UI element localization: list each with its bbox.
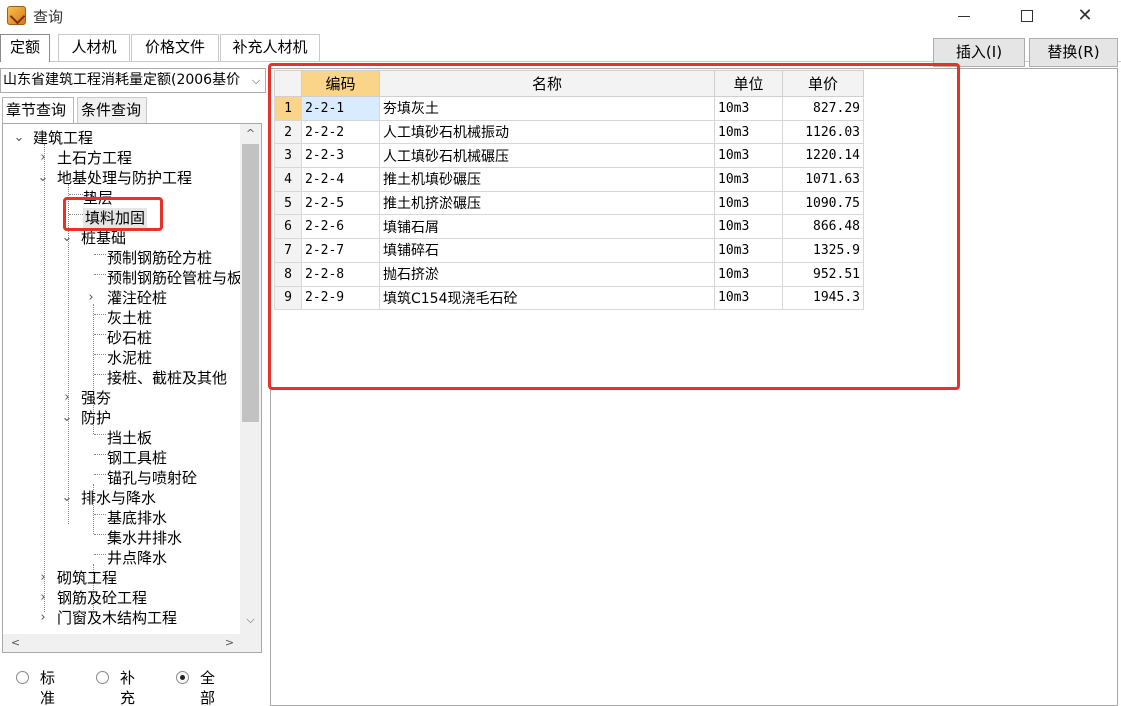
close-icon: ✕ xyxy=(1077,5,1093,26)
tab-chapter-query[interactable]: 章节查询 xyxy=(2,97,74,123)
tree-vertical-scrollbar[interactable]: ^ ⌵ xyxy=(240,124,261,634)
tree-item-cement-pile[interactable]: 水泥桩 xyxy=(107,348,152,368)
tab-supplement-lmm[interactable]: 补充人材机 xyxy=(220,34,320,61)
chevron-right-icon[interactable]: › xyxy=(37,148,49,168)
tree-item-well-point-dewatering[interactable]: 井点降水 xyxy=(107,548,167,568)
scroll-left-icon[interactable]: < xyxy=(5,633,26,652)
scroll-up-icon[interactable]: ^ xyxy=(240,124,261,144)
replace-button[interactable]: 替换(R) xyxy=(1029,38,1118,67)
tree-item-base-drainage[interactable]: 基底排水 xyxy=(107,508,167,528)
title-bar: 查询 ✕ xyxy=(0,0,1121,32)
quota-library-select[interactable]: 山东省建筑工程消耗量定额(2006基价 ⌵ xyxy=(0,68,266,93)
tab-price-file[interactable]: 价格文件 xyxy=(131,34,219,61)
chevron-down-icon[interactable]: ⌄ xyxy=(61,488,73,508)
tree-item-anchor-shotcrete[interactable]: 锚孔与喷射砼 xyxy=(107,468,197,488)
tree-highlight-box xyxy=(63,197,163,231)
tree-item-sump-drainage[interactable]: 集水井排水 xyxy=(107,528,182,548)
left-panel: 山东省建筑工程消耗量定额(2006基价 ⌵ 章节查询 条件查询 ⌄ 建筑工程 ›… xyxy=(0,63,268,706)
chevron-down-icon[interactable]: ⌄ xyxy=(13,128,25,148)
minimize-button[interactable] xyxy=(941,2,987,30)
chevron-right-icon[interactable]: › xyxy=(37,568,49,588)
tab-labor-material-machine[interactable]: 人材机 xyxy=(58,34,130,61)
tree-item-precast-pipe-pile[interactable]: 预制钢筋砼管桩与板 xyxy=(107,268,242,288)
maximize-button[interactable] xyxy=(1004,2,1050,30)
close-button[interactable]: ✕ xyxy=(1062,2,1108,30)
radio-standard-circle[interactable] xyxy=(16,671,29,684)
chevron-down-icon[interactable]: ⌄ xyxy=(61,228,73,248)
tree-item-retaining-board[interactable]: 挡土板 xyxy=(107,428,152,448)
tree-item-pile-splice[interactable]: 接桩、截桩及其他 xyxy=(107,368,227,388)
window-title: 查询 xyxy=(33,8,64,26)
scroll-right-icon[interactable]: > xyxy=(219,633,240,652)
chevron-right-icon[interactable]: › xyxy=(37,608,49,628)
chevron-down-icon[interactable]: ⌵ xyxy=(247,69,265,92)
tree-item-sand-gravel-pile[interactable]: 砂石桩 xyxy=(107,328,152,348)
query-window: 查询 ✕ 定额 人材机 价格文件 补充人材机 插入(I) 替换(R) 山东省建筑… xyxy=(0,0,1121,706)
scroll-thumb[interactable] xyxy=(242,144,259,422)
tree-item-steel-tool-pile[interactable]: 钢工具桩 xyxy=(107,448,167,468)
tree-horizontal-scrollbar[interactable]: < > xyxy=(3,634,261,652)
tab-quota[interactable]: 定额 xyxy=(0,34,50,62)
chevron-down-icon[interactable]: ⌄ xyxy=(37,168,49,188)
quota-library-value: 山东省建筑工程消耗量定额(2006基价 xyxy=(3,72,241,88)
radio-supplement-circle[interactable] xyxy=(96,671,109,684)
radio-all-circle[interactable] xyxy=(176,671,189,684)
scroll-down-icon[interactable]: ⌵ xyxy=(240,610,261,630)
maximize-icon xyxy=(1021,10,1033,22)
chevron-down-icon[interactable]: ⌄ xyxy=(61,408,73,428)
grid-highlight-box xyxy=(268,63,960,390)
tree-item-lime-soil-pile[interactable]: 灰土桩 xyxy=(107,308,152,328)
chevron-right-icon[interactable]: › xyxy=(85,288,97,308)
tab-condition-query[interactable]: 条件查询 xyxy=(77,97,147,123)
tree-item-precast-square-pile[interactable]: 预制钢筋砼方桩 xyxy=(107,248,212,268)
minimize-icon xyxy=(958,16,970,17)
chevron-right-icon[interactable]: › xyxy=(61,388,73,408)
chevron-right-icon[interactable]: › xyxy=(37,588,49,608)
app-icon xyxy=(7,6,26,25)
